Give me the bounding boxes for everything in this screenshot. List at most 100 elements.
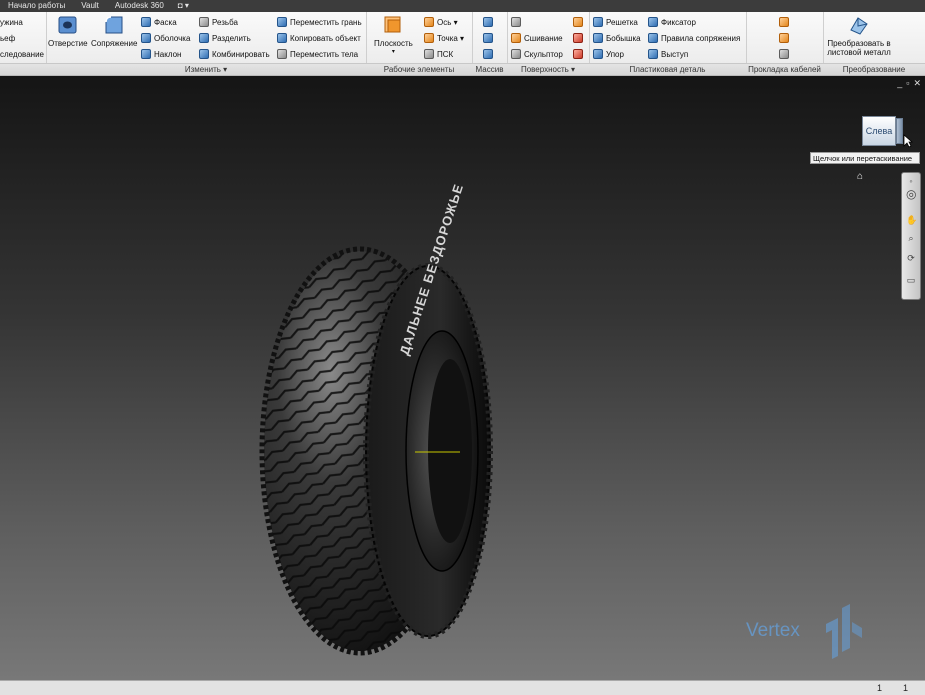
rule-fillet-icon	[648, 33, 658, 43]
sculpt-button[interactable]: Скульптор	[511, 47, 563, 61]
plane-button[interactable]: Плоскость ▾	[374, 14, 413, 55]
orbit-icon[interactable]: ⟳	[906, 253, 916, 263]
patch-button[interactable]	[573, 15, 586, 29]
snap-fit-button[interactable]: Фиксатор	[648, 15, 696, 29]
thread-button[interactable]: Резьба	[199, 15, 238, 29]
grill-label: Решетка	[606, 17, 638, 27]
thicken-button[interactable]	[511, 15, 524, 29]
viewport-window-controls: _ ▫ ✕	[897, 78, 921, 89]
tab-vault[interactable]: Vault	[73, 0, 107, 12]
circular-pattern-button[interactable]	[483, 31, 496, 45]
fillet-label: Сопряжение	[91, 39, 138, 48]
panel-title-partial	[0, 63, 46, 75]
move-face-label: Переместить грань	[290, 17, 362, 27]
lip-label: Выступ	[661, 49, 689, 59]
shell-button[interactable]: Оболочка	[141, 31, 190, 45]
ucs-label: ПСК	[437, 49, 454, 59]
tab-get-started[interactable]: Начало работы	[0, 0, 73, 12]
status-count-right: 1	[903, 683, 909, 693]
grill-button[interactable]: Решетка	[593, 15, 638, 29]
trim-icon	[573, 33, 583, 43]
delete-face-button[interactable]	[573, 47, 586, 61]
steering-wheel-icon[interactable]: ◎	[906, 188, 916, 200]
mouse-cursor-icon	[903, 134, 913, 148]
split-label: Разделить	[212, 33, 251, 43]
viewcube[interactable]: Слева	[862, 116, 896, 146]
rest-button[interactable]: Упор	[593, 47, 624, 61]
panel-title-convert: Преобразование	[823, 63, 925, 75]
panel-work-features: Плоскость ▾ Ось ▾ Точка ▾ ПСК Рабочие эл…	[366, 12, 473, 75]
move-face-icon	[277, 17, 287, 27]
inventor-window: Начало работы Vault Autodesk 360 ◘ ▾ ужи…	[0, 0, 925, 695]
tab-extra-dropdown[interactable]: ◘ ▾	[172, 0, 195, 12]
restore-icon[interactable]: ▫	[906, 78, 909, 89]
split-button[interactable]: Разделить	[199, 31, 251, 45]
mirror-button[interactable]	[483, 47, 496, 61]
chamfer-button[interactable]: Фаска	[141, 15, 177, 29]
boss-button[interactable]: Бобышка	[593, 31, 641, 45]
chamfer-label: Фаска	[154, 17, 177, 27]
hole-button[interactable]: Отверстие	[48, 14, 88, 48]
viewcube-side-face[interactable]	[896, 118, 903, 144]
ribbon-tab-bar: Начало работы Vault Autodesk 360 ◘ ▾	[0, 0, 925, 12]
cable-button[interactable]	[779, 47, 792, 61]
tab-autodesk-360[interactable]: Autodesk 360	[107, 0, 172, 12]
status-count-left: 1	[877, 683, 883, 693]
watermark-text: Vertex	[746, 620, 800, 641]
stitch-button[interactable]: Сшивание	[511, 31, 563, 45]
minimize-icon[interactable]: _	[897, 78, 902, 89]
derive-button[interactable]: следование	[0, 47, 44, 61]
emboss-button[interactable]: ьеф	[0, 31, 15, 45]
panel-title-surface[interactable]: Поверхность ▾	[507, 63, 589, 75]
draft-button[interactable]: Наклон	[141, 47, 181, 61]
coil-button[interactable]: ужина	[0, 15, 23, 29]
navbar-close-icon[interactable]: ◦	[906, 176, 916, 186]
move-bodies-button[interactable]: Переместить тела	[277, 47, 358, 61]
snap-fit-label: Фиксатор	[661, 17, 696, 27]
panel-title-modify[interactable]: Изменить ▾	[46, 63, 366, 75]
point-icon	[424, 33, 434, 43]
harness-button[interactable]	[779, 15, 792, 29]
point-label: Точка ▾	[437, 33, 465, 43]
convert-sheet-metal-button[interactable]: Преобразовать в листовой металл	[827, 14, 891, 57]
tire-model[interactable]: ДАЛЬНЕЕ БЕЗДОРОЖЬЕ	[250, 176, 510, 695]
lip-button[interactable]: Выступ	[648, 47, 688, 61]
sheet-metal-icon	[850, 17, 868, 35]
trim-button[interactable]	[573, 31, 586, 45]
sculpt-icon	[511, 49, 521, 59]
look-at-icon[interactable]: ▭	[906, 275, 916, 285]
move-face-button[interactable]: Переместить грань	[277, 15, 362, 29]
graphics-viewport[interactable]: _ ▫ ✕ ДАЛЬНЕЕ БЕЗДОРОЖЬЕ ⌂	[0, 76, 925, 680]
shell-icon	[141, 33, 151, 43]
move-bodies-icon	[277, 49, 287, 59]
sculpt-label: Скульптор	[524, 49, 563, 59]
patch-icon	[573, 17, 583, 27]
pan-icon[interactable]: ✋	[906, 215, 917, 225]
panel-title-plastic-part: Пластиковая деталь	[589, 63, 746, 75]
vertex-logo-icon	[826, 604, 862, 659]
rectangular-pattern-button[interactable]	[483, 15, 496, 29]
point-button[interactable]: Точка ▾	[424, 31, 464, 45]
copy-object-button[interactable]: Копировать объект	[277, 31, 361, 45]
ucs-icon	[424, 49, 434, 59]
copy-object-label: Копировать объект	[290, 33, 361, 43]
snap-fit-icon	[648, 17, 658, 27]
close-icon[interactable]: ✕	[913, 78, 921, 89]
panel-title-work-features: Рабочие элементы	[366, 63, 472, 75]
axis-icon	[424, 17, 434, 27]
stitch-label: Сшивание	[524, 33, 563, 43]
ucs-button[interactable]: ПСК	[424, 47, 453, 61]
thread-icon	[199, 17, 209, 27]
hole-label: Отверстие	[48, 39, 88, 48]
zoom-icon[interactable]: ⌕	[906, 233, 916, 243]
fillet-button[interactable]: Сопряжение	[91, 14, 137, 48]
wire-button[interactable]	[779, 31, 792, 45]
rule-fillet-button[interactable]: Правила сопряжения	[648, 31, 740, 45]
axis-button[interactable]: Ось ▾	[424, 15, 458, 29]
thread-label: Резьба	[212, 17, 238, 27]
hole-icon	[58, 16, 77, 34]
draft-icon	[141, 49, 151, 59]
combine-label: Комбинировать	[212, 49, 270, 59]
combine-button[interactable]: Комбинировать	[199, 47, 270, 61]
home-view-icon[interactable]: ⌂	[857, 172, 867, 182]
